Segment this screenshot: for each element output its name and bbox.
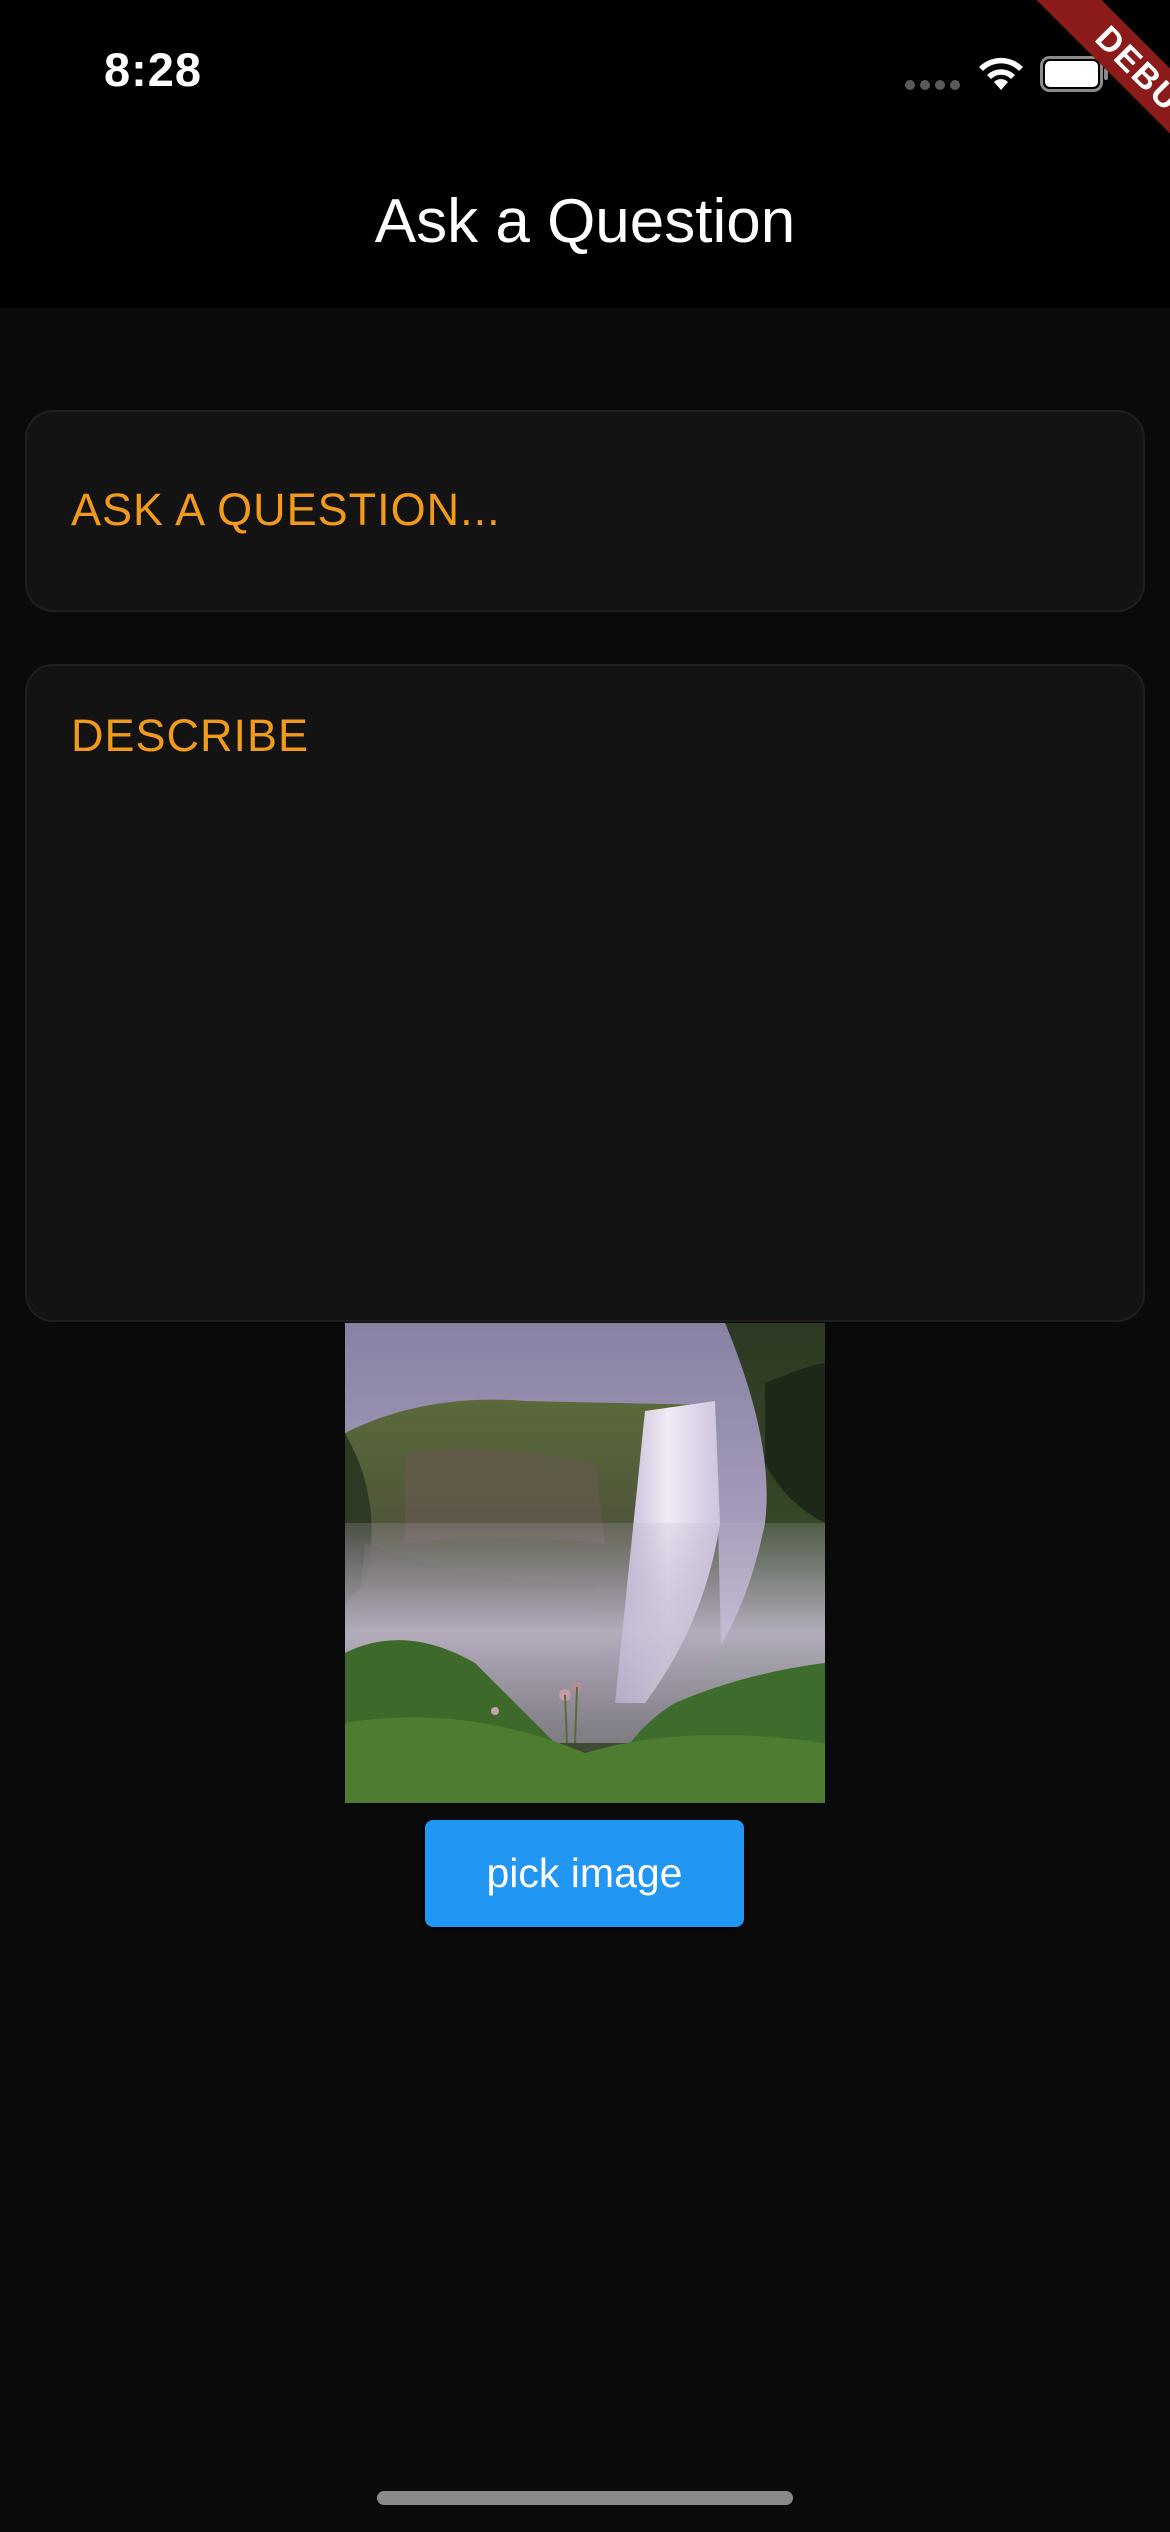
status-bar: 8:28 [0, 0, 1170, 148]
page-title: Ask a Question [374, 187, 796, 256]
describe-textarea[interactable]: DESCRIBE [25, 664, 1145, 1322]
waterfall-photo [345, 1323, 825, 1803]
cellular-signal-icon [905, 80, 961, 90]
status-time: 8:28 [104, 43, 203, 96]
pick-image-button[interactable]: pick image [425, 1820, 744, 1927]
question-placeholder: ASK A QUESTION... [71, 484, 501, 535]
home-indicator[interactable] [377, 2491, 793, 2505]
battery-icon [1040, 56, 1108, 92]
app-bar: Ask a Question [0, 148, 1170, 308]
describe-placeholder: DESCRIBE [71, 710, 310, 761]
wifi-icon [979, 57, 1023, 90]
question-input[interactable]: ASK A QUESTION... [25, 410, 1145, 612]
main-content: ASK A QUESTION... DESCRIBE pick image [0, 308, 1170, 2532]
picked-image [345, 1323, 825, 1803]
